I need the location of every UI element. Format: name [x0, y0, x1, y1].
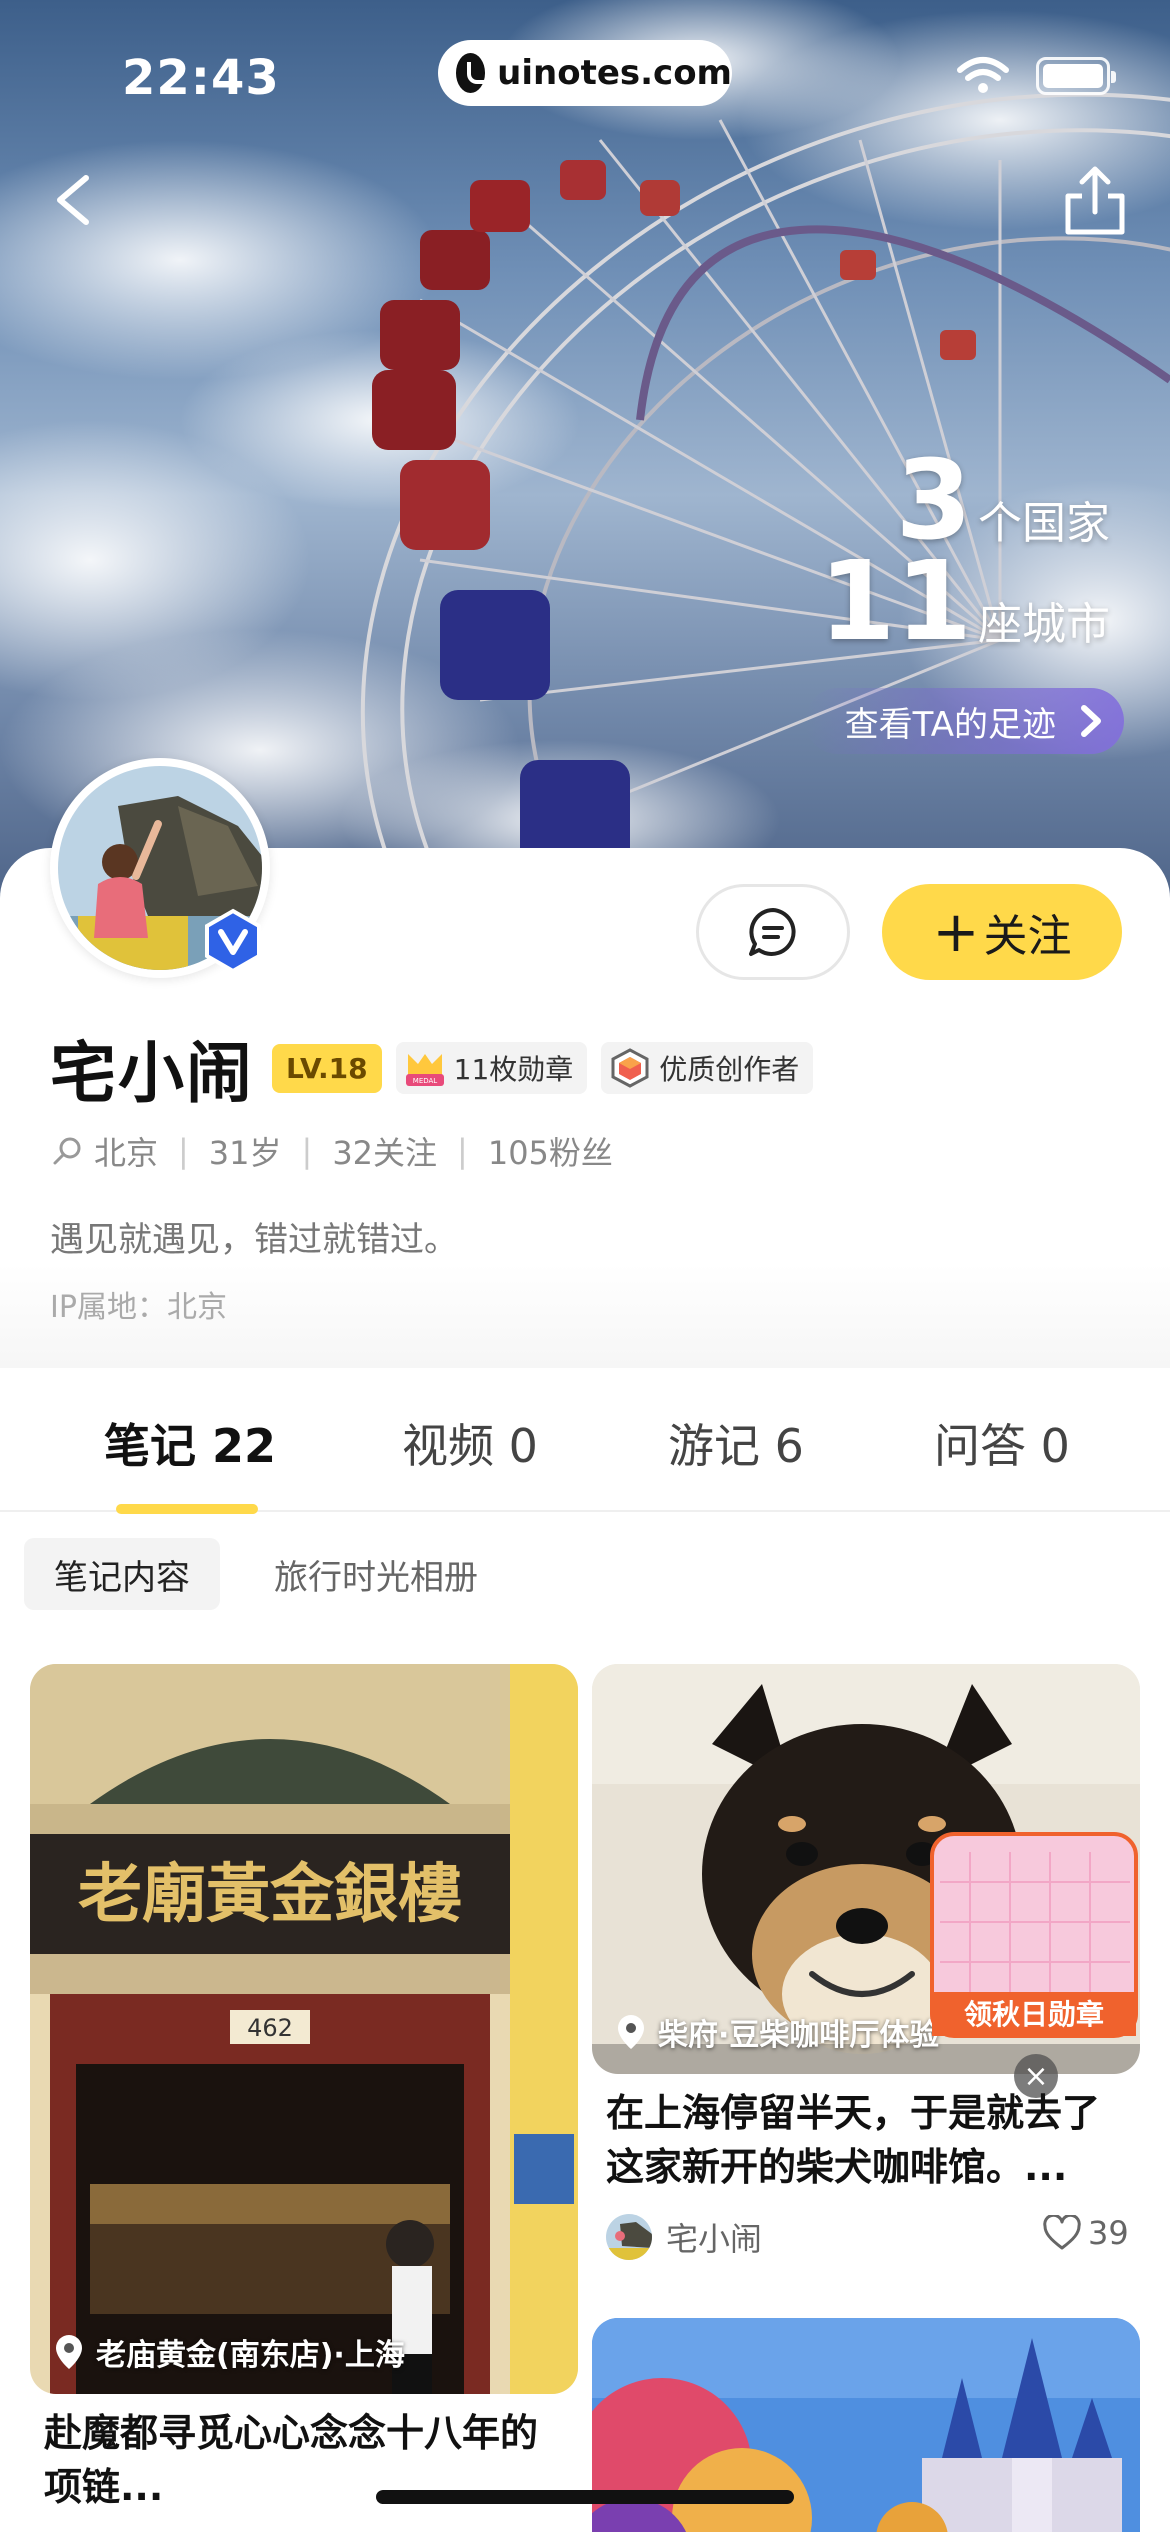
note-title-line: 这家新开的柴犬咖啡馆。...	[606, 2145, 1068, 2189]
subtab-travel-album[interactable]: 旅行时光相册	[244, 1538, 508, 1610]
shop-sign-text: 老廟黃金銀樓	[78, 1857, 462, 1932]
chat-bubble-icon	[749, 908, 796, 956]
footprint-button[interactable]: 查看TA的足迹	[804, 688, 1124, 754]
cities-stat: 11 座城市	[818, 537, 1110, 665]
verified-badge-icon	[205, 908, 261, 974]
location-tag[interactable]: 柴府·豆柴咖啡厅体验	[614, 2010, 939, 2054]
status-icons	[956, 56, 1116, 96]
note-title-line: 项链...	[44, 2465, 164, 2509]
note-author[interactable]: 宅小闹	[606, 2214, 762, 2260]
tab-videos[interactable]: 视频 0	[402, 1410, 538, 1476]
map-pin-icon	[56, 2335, 82, 2369]
promo-label: 领秋日勋章	[964, 1998, 1104, 2031]
tab-travelogues[interactable]: 游记 6	[668, 1410, 804, 1476]
author-name: 宅小闹	[666, 2220, 763, 2258]
promo-card-graphic: 领秋日勋章	[930, 1832, 1138, 2038]
chevron-right-icon	[1081, 705, 1101, 737]
user-location: 北京	[94, 1134, 159, 1172]
follow-label: 关注	[983, 911, 1072, 962]
sub-tabs: 笔记内容 旅行时光相册	[24, 1538, 508, 1610]
countries-count: 3	[895, 436, 972, 564]
followers-count[interactable]: 105粉丝	[488, 1128, 613, 1174]
content-tabs: 笔记 22 视频 0 游记 6 问答 0	[0, 1370, 1170, 1514]
uinotes-logo-icon	[456, 53, 494, 93]
location-text: 柴府·豆柴咖啡厅体验	[658, 2018, 940, 2053]
follow-button[interactable]: + 关注	[882, 884, 1122, 980]
gold-shop-photo: 老廟黃金銀樓 462	[30, 1664, 578, 2394]
follow-plus-icon: +	[932, 899, 980, 965]
tab-notes[interactable]: 笔记 22	[104, 1410, 276, 1476]
level-badge[interactable]: LV.18	[272, 1043, 382, 1093]
location-tag[interactable]: 老庙黄金(南东店)·上海	[52, 2330, 405, 2374]
battery-icon	[1036, 57, 1116, 95]
like-count: 39	[1088, 2214, 1129, 2252]
divider: |	[301, 1132, 313, 1170]
medal-icon-text: MEDAL	[412, 1077, 437, 1085]
autumn-medal-promo[interactable]: 领秋日勋章	[930, 1832, 1138, 2038]
user-bio: 遇见就遇见，错过就错过。	[50, 1220, 458, 1260]
name-row: 宅小闹 LV.18 MEDAL 11枚勋章 优质创作者	[50, 1020, 814, 1116]
user-name: 宅小闹	[50, 1035, 254, 1112]
door-number: 462	[247, 2014, 293, 2042]
heart-icon	[1043, 2215, 1081, 2250]
travel-stats: 3 个国家 11 座城市	[818, 436, 1110, 665]
medal-icon: MEDAL	[405, 1054, 444, 1086]
creator-hexagon-icon	[611, 1048, 649, 1088]
countries-unit: 个国家	[978, 498, 1110, 549]
user-age: 31岁	[208, 1134, 282, 1172]
note-title[interactable]: 在上海停留半天，于是就去了 这家新开的柴犬咖啡馆。...	[606, 2086, 1136, 2194]
cities-unit: 座城市	[978, 599, 1110, 650]
share-icon[interactable]	[1060, 160, 1130, 240]
tab-qa[interactable]: 问答 0	[934, 1410, 1070, 1476]
location-text: 老庙黄金(南东店)·上海	[96, 2338, 405, 2373]
following-count[interactable]: 32关注	[332, 1128, 437, 1174]
tab-indicator	[116, 1504, 258, 1514]
home-indicator	[376, 2490, 794, 2504]
note-title-line: 赴魔都寻觅心心念念十八年的	[44, 2411, 539, 2455]
note-card-image[interactable]: 老廟黃金銀樓 462 老庙黄金(南东店)·上海	[30, 1664, 578, 2394]
wifi-icon	[957, 57, 1009, 93]
note-title-line: 在上海停留半天，于是就去了	[606, 2091, 1101, 2135]
location-icon	[53, 1137, 81, 1165]
url-text: uinotes.com	[497, 53, 732, 93]
countries-stat: 3 个国家	[819, 436, 1110, 564]
user-meta: 北京 | 31岁 | 32关注 | 105粉丝	[50, 1128, 613, 1174]
back-arrow-icon[interactable]	[46, 160, 106, 240]
medal-badge[interactable]: MEDAL 11枚勋章	[395, 1042, 588, 1094]
status-bar: 22:43 uinotes.com	[0, 40, 1170, 120]
map-pin-icon	[618, 2015, 644, 2049]
medal-count: 11枚勋章	[453, 1053, 574, 1086]
cities-count: 11	[818, 537, 972, 665]
ip-location: IP属地：北京	[50, 1290, 227, 1325]
author-avatar	[606, 2214, 652, 2260]
like-button[interactable]: 39	[1042, 2214, 1129, 2252]
creator-badge[interactable]: 优质创作者	[601, 1042, 814, 1094]
divider: |	[457, 1132, 468, 1170]
creator-label: 优质创作者	[659, 1053, 800, 1086]
status-time: 22:43	[122, 50, 280, 106]
url-pill: uinotes.com	[438, 40, 732, 106]
message-button[interactable]	[696, 884, 850, 980]
footprint-label: 查看TA的足迹	[844, 704, 1056, 745]
subtab-note-content[interactable]: 笔记内容	[24, 1538, 220, 1610]
author-avatar-photo	[606, 2214, 652, 2260]
divider: |	[178, 1132, 189, 1170]
